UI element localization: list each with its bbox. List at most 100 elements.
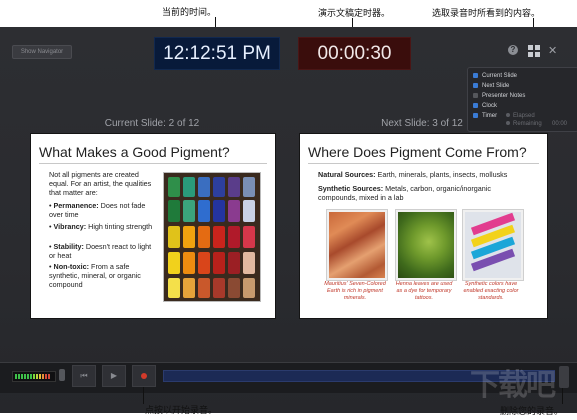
jar [213, 278, 225, 298]
jar [198, 200, 210, 222]
delete-annotation: 删除您的录音。 [500, 406, 564, 416]
jar [198, 252, 210, 274]
jar [243, 200, 255, 222]
jar [228, 177, 240, 197]
jar [198, 177, 210, 197]
delete-recording-handle[interactable] [559, 366, 569, 388]
slide-title: Where Does Pigment Come From? [308, 144, 527, 160]
meter-segment [24, 374, 26, 379]
close-icon[interactable]: ✕ [548, 44, 557, 57]
jar [198, 278, 210, 298]
color-swatches-image [463, 210, 523, 280]
options-annotation: 选取录音时所看到的内容。 [432, 8, 541, 18]
jar [183, 200, 195, 222]
radio-icon [506, 113, 510, 118]
natural-sources-text: Natural Sources: Earth, minerals, plants… [318, 170, 538, 179]
title-rule [308, 163, 539, 164]
meter-segment [15, 374, 17, 379]
help-icon[interactable]: ? [508, 45, 518, 55]
bullet-non-toxic: • Non-toxic: From a safe synthetic, mine… [49, 262, 141, 289]
checkbox-icon [473, 83, 478, 88]
jar [243, 252, 255, 274]
option-current-slide[interactable]: Current Slide [473, 73, 517, 79]
meter-segment [21, 374, 23, 379]
delete-annotation-line [562, 388, 563, 404]
jar [228, 200, 240, 222]
rewind-button[interactable]: ⏮ [72, 365, 96, 387]
record-button[interactable] [132, 365, 156, 387]
clock-annotation: 当前的时间。 [162, 7, 217, 17]
bullet-term: Non-toxic: [53, 262, 90, 271]
jar [168, 252, 180, 274]
checkbox-icon [473, 73, 478, 78]
option-label: Clock [482, 103, 498, 110]
meter-segment [48, 374, 50, 379]
jar [228, 252, 240, 274]
jar [168, 177, 180, 197]
meter-segment [27, 374, 29, 379]
pigment-jars-image [163, 172, 261, 302]
caption-henna: Henna leaves are used as a dye for tempo… [395, 281, 453, 301]
jar [243, 278, 255, 298]
current-slide-label: Current Slide: 2 of 12 [104, 118, 200, 129]
slide-intro: Not all pigments are created equal. For … [49, 170, 152, 197]
jar [228, 226, 240, 248]
watermark-logo: 下载吧 [470, 369, 556, 402]
jar [243, 226, 255, 248]
bullet-term: Stability: [53, 242, 84, 251]
bullet-term: Permanence: [53, 201, 99, 210]
meter-segment [36, 374, 38, 379]
title-rule [39, 163, 267, 164]
natural-text: Earth, minerals, plants, insects, mollus… [375, 170, 508, 179]
natural-term: Natural Sources: [318, 170, 376, 179]
checkbox-icon [473, 103, 478, 108]
meter-segment [42, 374, 44, 379]
audio-level-meter [12, 371, 56, 382]
jar [183, 177, 195, 197]
caption-earth: Mauritius' Seven-Colored Earth is rich i… [324, 281, 386, 301]
timer-display[interactable]: 00:00:30 [298, 37, 411, 70]
bullet-vibrancy: • Vibrancy: High tinting strength [49, 222, 153, 231]
next-slide-label: Next Slide: 3 of 12 [381, 118, 463, 129]
record-annotation: 点按以开始录音。 [145, 405, 218, 415]
jar [168, 200, 180, 222]
option-presenter-notes[interactable]: Presenter Notes [473, 93, 525, 99]
henna-leaves-image [396, 210, 456, 280]
meter-segment [30, 374, 32, 379]
jar [213, 226, 225, 248]
synthetic-sources-text: Synthetic Sources: Metals, carbon, organ… [318, 184, 518, 202]
play-button[interactable]: ▶ [102, 365, 126, 387]
timer-annotation: 演示文稿定时器。 [318, 8, 391, 18]
jar [183, 252, 195, 274]
bullet-text: High tinting strength [86, 222, 153, 231]
layout-options-icon[interactable] [528, 45, 540, 57]
jar [183, 278, 195, 298]
record-annotation-line [143, 387, 144, 404]
meter-segment [18, 374, 20, 379]
jar [198, 226, 210, 248]
jar [213, 200, 225, 222]
show-navigator-button[interactable]: Show Navigator [12, 45, 72, 59]
checkbox-icon [473, 93, 478, 98]
jar [243, 177, 255, 197]
bullet-stability: • Stability: Doesn't react to light or h… [49, 242, 152, 260]
jar [213, 252, 225, 274]
jar [213, 177, 225, 197]
mute-icon[interactable] [59, 369, 65, 381]
current-slide-preview: What Makes a Good Pigment? Not all pigme… [30, 133, 276, 319]
jar [183, 226, 195, 248]
meter-segment [33, 374, 35, 379]
option-label: Current Slide [482, 73, 518, 80]
seven-colored-earth-image [327, 210, 387, 280]
caption-synthetic: Synthetic colors have enabled exacting c… [463, 281, 519, 301]
synthetic-term: Synthetic Sources: [318, 184, 384, 193]
option-label: Next Slide [482, 83, 510, 90]
bullet-term: Vibrancy: [53, 222, 87, 231]
meter-segment [45, 374, 47, 379]
option-clock[interactable]: Clock [473, 103, 497, 109]
jar [168, 226, 180, 248]
remaining-time-value: 00:00 [552, 121, 568, 127]
meter-segment [39, 374, 41, 379]
option-next-slide[interactable]: Next Slide [473, 83, 509, 89]
record-icon [141, 372, 147, 379]
